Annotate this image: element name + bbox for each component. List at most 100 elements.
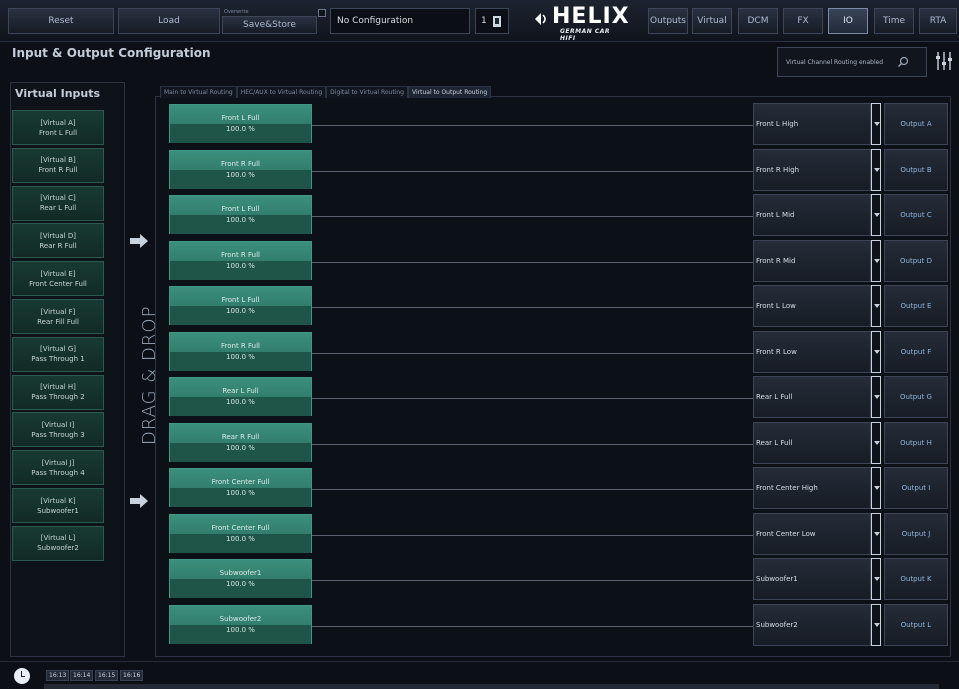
- output-button[interactable]: Output K: [884, 558, 948, 600]
- output-button[interactable]: Output E: [884, 285, 948, 327]
- route-level-value[interactable]: 100.0 %: [170, 580, 311, 588]
- output-channel-select[interactable]: Rear L Full: [753, 421, 871, 464]
- output-button[interactable]: Output G: [884, 376, 948, 418]
- time-chip[interactable]: 16:15: [95, 670, 119, 681]
- virtual-input-item[interactable]: [Virtual H] Pass Through 2: [12, 374, 104, 410]
- search-icon[interactable]: [897, 56, 909, 68]
- output-channel-select[interactable]: Front Center Low: [753, 512, 871, 555]
- output-channel-select[interactable]: Subwoofer1: [753, 558, 871, 600]
- output-channel-select[interactable]: Front R High: [753, 148, 871, 191]
- output-button[interactable]: Output F: [884, 330, 948, 373]
- output-button[interactable]: Output I: [884, 467, 948, 509]
- time-chip[interactable]: 16:14: [70, 670, 94, 681]
- nav-outputs[interactable]: Outputs: [648, 8, 688, 34]
- virtual-input-item[interactable]: [Virtual K] Subwoofer1: [12, 488, 104, 523]
- route-source-block[interactable]: Front L Full 100.0 %: [169, 104, 312, 143]
- nav-rta[interactable]: RTA: [919, 8, 957, 34]
- chevron-down-icon[interactable]: [871, 148, 881, 191]
- output-channel-select[interactable]: Front L Low: [753, 285, 871, 327]
- save-store-button[interactable]: Save&Store: [222, 16, 317, 34]
- route-source-block[interactable]: Rear R Full 100.0 %: [169, 422, 312, 462]
- output-button[interactable]: Output B: [884, 148, 948, 191]
- output-button[interactable]: Output C: [884, 194, 948, 236]
- chevron-down-icon[interactable]: [871, 103, 881, 145]
- tab-digital-to-virtual[interactable]: Digital to Virtual Routing: [326, 86, 408, 98]
- route-source-block[interactable]: Front R Full 100.0 %: [169, 331, 312, 371]
- chevron-down-icon[interactable]: [871, 421, 881, 464]
- output-button[interactable]: Output A: [884, 103, 948, 145]
- chevron-down-icon[interactable]: [871, 194, 881, 236]
- virtual-input-item[interactable]: [Virtual J] Pass Through 4: [12, 450, 104, 486]
- virtual-input-label: Rear Fill Full: [37, 317, 79, 326]
- virtual-input-item[interactable]: [Virtual C] Rear L Full: [12, 185, 104, 221]
- route-level-value[interactable]: 100.0 %: [170, 262, 311, 270]
- route-source-block[interactable]: Front L Full 100.0 %: [169, 286, 312, 325]
- output-channel-select[interactable]: Front L High: [753, 103, 871, 145]
- route-level-value[interactable]: 100.0 %: [170, 307, 311, 315]
- route-level-value[interactable]: 100.0 %: [170, 444, 311, 452]
- route-level-value[interactable]: 100.0 %: [170, 398, 311, 406]
- nav-virtual[interactable]: Virtual: [692, 8, 732, 34]
- config-slot-field[interactable]: 1: [475, 8, 509, 34]
- nav-fx[interactable]: FX: [783, 8, 823, 34]
- route-level-value[interactable]: 100.0 %: [170, 489, 311, 497]
- nav-io[interactable]: IO: [828, 8, 868, 34]
- virtual-input-item[interactable]: [Virtual F] Rear Fill Full: [12, 299, 104, 334]
- timeline-scrollbar[interactable]: [44, 684, 939, 689]
- route-source-block[interactable]: Front L Full 100.0 %: [169, 195, 312, 234]
- output-channel-select[interactable]: Front Center High: [753, 467, 871, 509]
- route-source-block[interactable]: Front R Full 100.0 %: [169, 149, 312, 189]
- route-source-block[interactable]: Rear L Full 100.0 %: [169, 377, 312, 416]
- route-level-value[interactable]: 100.0 %: [170, 353, 311, 361]
- nav-time[interactable]: Time: [874, 8, 914, 34]
- output-channel-select[interactable]: Front R Mid: [753, 239, 871, 282]
- chevron-down-icon[interactable]: [871, 512, 881, 555]
- time-chip[interactable]: 16:13: [46, 670, 70, 681]
- output-channel-select[interactable]: Front R Low: [753, 330, 871, 373]
- route-level-value[interactable]: 100.0 %: [170, 626, 311, 634]
- chevron-down-icon[interactable]: [871, 376, 881, 418]
- clock-icon[interactable]: [14, 668, 30, 684]
- tab-main-to-virtual[interactable]: Main to Virtual Routing: [160, 86, 237, 98]
- edit-icon[interactable]: [492, 15, 501, 27]
- route-source-block[interactable]: Front Center Full 100.0 %: [169, 513, 312, 553]
- virtual-input-item[interactable]: [Virtual A] Front L Full: [12, 110, 104, 145]
- output-button[interactable]: Output J: [884, 512, 948, 555]
- tab-hec-aux-to-virtual[interactable]: HEC/AUX to Virtual Routing: [236, 86, 327, 98]
- virtual-input-item[interactable]: [Virtual I] Pass Through 3: [12, 412, 104, 448]
- route-level-value[interactable]: 100.0 %: [170, 216, 311, 224]
- output-button[interactable]: Output H: [884, 421, 948, 464]
- route-source-block[interactable]: Front Center Full 100.0 %: [169, 468, 312, 507]
- route-level-value[interactable]: 100.0 %: [170, 171, 311, 179]
- route-source-block[interactable]: Subwoofer1 100.0 %: [169, 559, 312, 598]
- chevron-down-icon[interactable]: [871, 285, 881, 327]
- chevron-down-icon[interactable]: [871, 467, 881, 509]
- overwrite-checkbox[interactable]: [318, 9, 326, 17]
- virtual-input-item[interactable]: [Virtual B] Front R Full: [12, 147, 104, 183]
- output-channel-select[interactable]: Rear L Full: [753, 376, 871, 418]
- chevron-down-icon[interactable]: [871, 330, 881, 373]
- virtual-input-item[interactable]: [Virtual L] Subwoofer2: [12, 525, 104, 561]
- output-button[interactable]: Output D: [884, 239, 948, 282]
- chevron-down-icon[interactable]: [871, 239, 881, 282]
- virtual-input-item[interactable]: [Virtual D] Rear R Full: [12, 223, 104, 259]
- load-button[interactable]: Load: [118, 8, 220, 34]
- route-level-value[interactable]: 100.0 %: [170, 535, 311, 543]
- time-chip[interactable]: 16:16: [120, 670, 144, 681]
- virtual-input-item[interactable]: [Virtual E] Front Center Full: [12, 261, 104, 297]
- output-channel-select[interactable]: Subwoofer2: [753, 603, 871, 646]
- route-source-block[interactable]: Subwoofer2 100.0 %: [169, 604, 312, 644]
- reset-button[interactable]: Reset: [8, 8, 114, 34]
- virtual-input-item[interactable]: [Virtual G] Pass Through 1: [12, 336, 104, 372]
- virtual-routing-toggle[interactable]: Virtual Channel Routing enabled: [777, 47, 927, 77]
- route-source-block[interactable]: Front R Full 100.0 %: [169, 240, 312, 280]
- route-level-value[interactable]: 100.0 %: [170, 125, 311, 133]
- chevron-down-icon[interactable]: [871, 603, 881, 646]
- tab-virtual-to-output[interactable]: Virtual to Output Routing: [408, 86, 492, 98]
- chevron-down-icon[interactable]: [871, 558, 881, 600]
- mixer-icon[interactable]: [935, 50, 953, 72]
- config-name-field[interactable]: No Configuration: [330, 8, 470, 34]
- output-button[interactable]: Output L: [884, 603, 948, 646]
- nav-dcm[interactable]: DCM: [738, 8, 778, 34]
- output-channel-select[interactable]: Front L Mid: [753, 194, 871, 236]
